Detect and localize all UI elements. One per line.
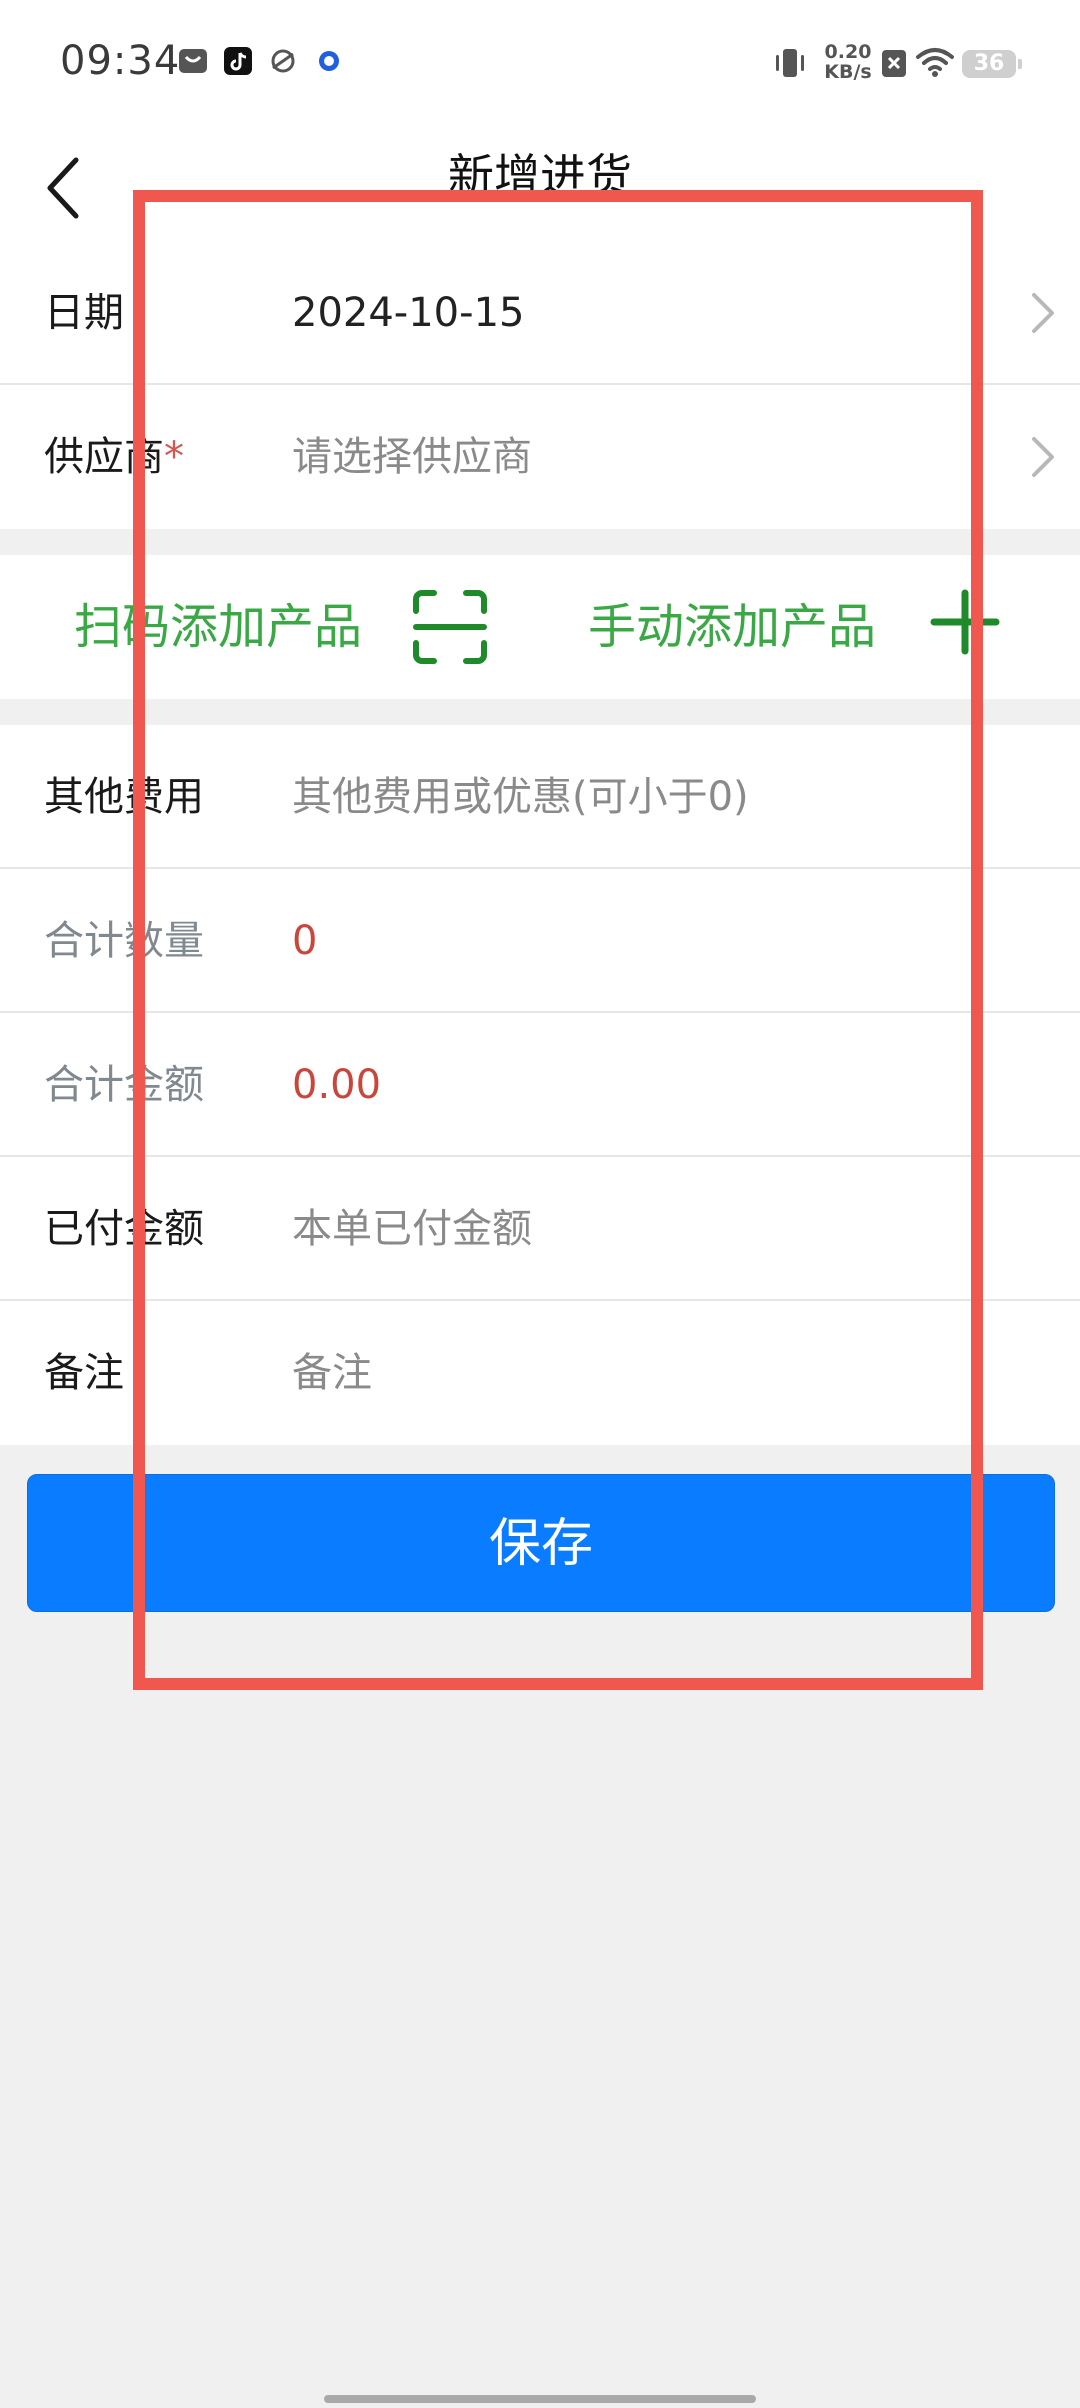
- scan-icon[interactable]: [412, 589, 488, 665]
- other-fee-input[interactable]: 其他费用或优惠(可小于0): [292, 725, 749, 869]
- chevron-right-icon: [1032, 293, 1054, 333]
- form-top: 日期 2024-10-15 供应商* 请选择供应商: [0, 241, 1080, 529]
- total-qty-label: 合计数量: [44, 918, 204, 964]
- date-value[interactable]: 2024-10-15: [292, 241, 524, 385]
- total-qty-value: 0: [292, 918, 318, 964]
- network-speed-value: 0.20: [824, 41, 872, 63]
- supplier-row[interactable]: 供应商* 请选择供应商: [0, 385, 1080, 529]
- wifi-icon: [916, 48, 954, 77]
- save-button[interactable]: 保存: [27, 1474, 1055, 1612]
- mail-icon: [179, 49, 207, 73]
- blue-dot-icon: [319, 51, 339, 71]
- paid-amount-input[interactable]: 本单已付金额: [292, 1157, 532, 1301]
- remark-row[interactable]: 备注 备注: [0, 1301, 1080, 1445]
- home-indicator[interactable]: [324, 2395, 756, 2403]
- status-time: 09:34: [60, 38, 181, 84]
- other-fee-row[interactable]: 其他费用 其他费用或优惠(可小于0): [0, 725, 1080, 869]
- supplier-label-text: 供应商: [44, 434, 164, 480]
- paid-amount-label: 已付金额: [44, 1206, 204, 1252]
- required-mark: *: [164, 434, 184, 480]
- total-amount-label: 合计金额: [44, 1062, 204, 1108]
- remark-input[interactable]: 备注: [292, 1301, 372, 1445]
- plus-icon[interactable]: [930, 587, 1000, 657]
- tiktok-icon: [224, 47, 252, 75]
- network-speed-unit: KB/s: [824, 61, 872, 83]
- supplier-label: 供应商*: [44, 385, 184, 529]
- sim-x-icon: [882, 50, 906, 77]
- status-bar: 09:34 0.20 KB/s 36: [0, 0, 1080, 130]
- header: 新增进货: [0, 130, 1080, 252]
- date-label: 日期: [44, 290, 124, 336]
- manual-add-product-button[interactable]: 手动添加产品: [588, 555, 876, 699]
- network-speed: 0.20 KB/s: [820, 42, 876, 82]
- supplier-select[interactable]: 请选择供应商: [292, 385, 532, 529]
- page-title: 新增进货: [448, 149, 632, 203]
- vibrate-icon: [776, 49, 804, 77]
- total-qty-row: 合计数量 0: [0, 869, 1080, 1013]
- paid-amount-row[interactable]: 已付金额 本单已付金额: [0, 1157, 1080, 1301]
- date-row[interactable]: 日期 2024-10-15: [0, 241, 1080, 385]
- add-product-bar: 扫码添加产品 手动添加产品: [0, 555, 1080, 699]
- scan-add-product-button[interactable]: 扫码添加产品: [74, 555, 362, 699]
- chevron-right-icon: [1032, 437, 1054, 477]
- total-amount-row: 合计金额 0.00: [0, 1013, 1080, 1157]
- total-amount-value: 0.00: [292, 1062, 382, 1108]
- remark-label: 备注: [44, 1350, 124, 1396]
- other-fee-label: 其他费用: [44, 774, 204, 820]
- browser-icon: [271, 49, 295, 73]
- form-bottom: 其他费用 其他费用或优惠(可小于0) 合计数量 0 合计金额 0.00 已付金额…: [0, 725, 1080, 1445]
- battery-icon: 36: [962, 50, 1022, 78]
